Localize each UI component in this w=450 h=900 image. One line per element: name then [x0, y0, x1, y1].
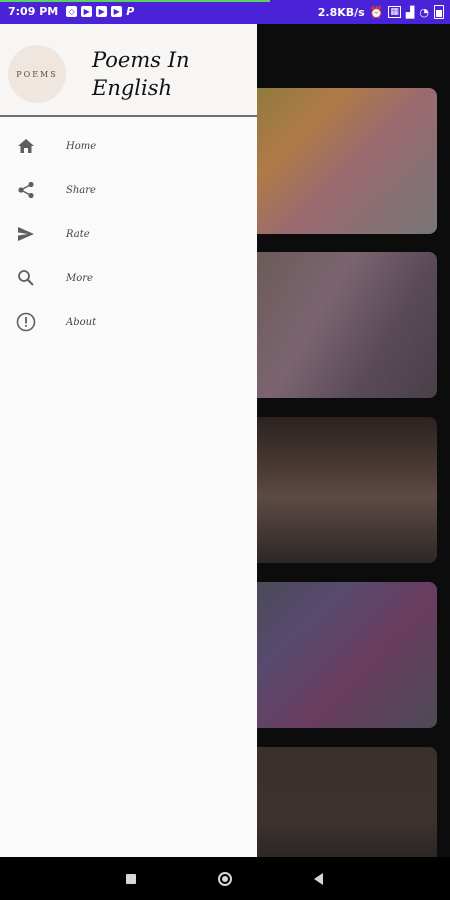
- menu-item-home[interactable]: Home: [0, 124, 257, 168]
- network-speed: 2.8KB/s: [317, 5, 365, 19]
- menu-label: Home: [66, 140, 97, 152]
- home-button[interactable]: [215, 869, 235, 889]
- search-icon: [16, 268, 36, 288]
- wifi-icon: ◔: [419, 5, 429, 19]
- menu-label: Rate: [66, 228, 90, 240]
- paypal-icon: P: [126, 5, 135, 18]
- logo-text: POEMS: [16, 69, 58, 79]
- menu-label: Share: [66, 184, 96, 196]
- youtube-icon: ▶: [111, 6, 123, 17]
- menu-item-share[interactable]: Share: [0, 168, 257, 212]
- poem-card[interactable]: [244, 88, 437, 234]
- back-button[interactable]: [308, 869, 328, 889]
- sim-icon: ▦: [388, 6, 401, 18]
- menu-label: More: [66, 272, 93, 284]
- circle-icon: [218, 872, 232, 886]
- loading-progress-bar: [0, 0, 270, 2]
- drawer-header: POEMS Poems In English: [0, 24, 257, 117]
- signal-icon: ▟: [405, 5, 415, 19]
- home-icon: [16, 136, 36, 156]
- send-icon: [16, 224, 36, 244]
- youtube-icon: ▶: [96, 6, 108, 17]
- alarm-icon: ⏰: [369, 5, 384, 19]
- menu-label: About: [66, 316, 97, 328]
- triangle-back-icon: [313, 873, 323, 885]
- youtube-icon: ▶: [81, 6, 93, 17]
- menu-item-more[interactable]: More: [0, 256, 257, 300]
- menu-item-rate[interactable]: Rate: [0, 212, 257, 256]
- recents-button[interactable]: [121, 869, 141, 889]
- system-nav-bar: [0, 857, 450, 900]
- info-icon: [16, 312, 36, 332]
- poem-card[interactable]: [244, 252, 437, 398]
- menu-item-about[interactable]: About: [0, 300, 257, 344]
- poem-card[interactable]: [244, 582, 437, 728]
- poem-card[interactable]: [244, 747, 437, 867]
- poem-card[interactable]: [244, 417, 437, 563]
- navigation-drawer: POEMS Poems In English Home Share Rate M…: [0, 24, 257, 857]
- app-title: Poems In English: [92, 48, 190, 100]
- drawer-menu: Home Share Rate More About: [0, 124, 257, 344]
- status-bar: 7:09 PM ◇ ▶ ▶ ▶ P 2.8KB/s ⏰ ▦ ▟ ◔: [0, 0, 450, 24]
- app-logo: POEMS: [8, 45, 66, 103]
- sync-icon: ◇: [66, 6, 78, 17]
- share-icon: [16, 180, 36, 200]
- battery-icon: [434, 5, 444, 19]
- square-icon: [126, 874, 136, 884]
- status-time: 7:09 PM: [8, 5, 59, 18]
